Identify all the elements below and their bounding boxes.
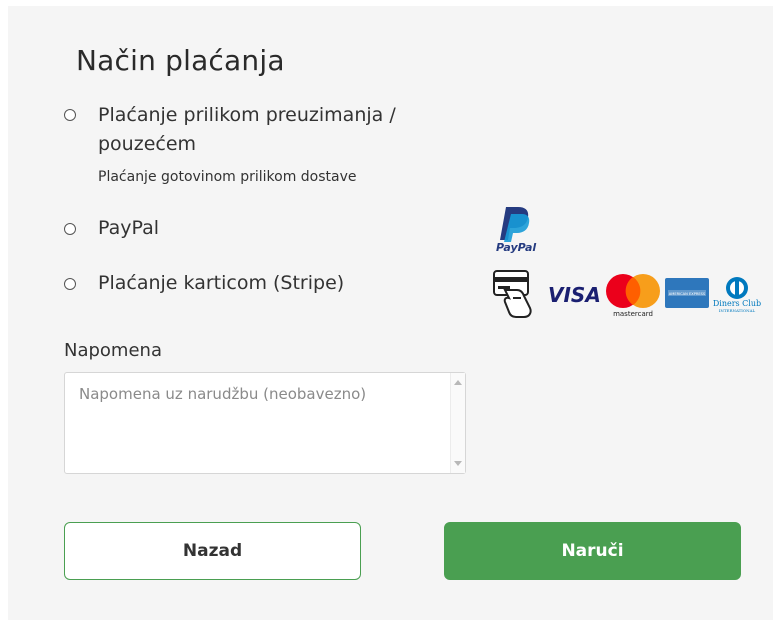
- amex-text: AMERICAN EXPRESS: [669, 292, 706, 296]
- mastercard-logo: mastercard: [605, 272, 661, 318]
- radio-cod[interactable]: [64, 109, 76, 121]
- back-button[interactable]: Nazad: [64, 522, 361, 580]
- order-button[interactable]: Naruči: [444, 522, 741, 580]
- mastercard-text: mastercard: [613, 310, 653, 318]
- note-field-wrapper: [64, 372, 466, 474]
- payment-option-cod[interactable]: Plaćanje prilikom preuzimanja / pouzećem…: [64, 103, 424, 193]
- visa-logo: VISA: [548, 282, 606, 307]
- note-scrollbar[interactable]: [450, 373, 465, 473]
- paypal-logo-icon: PayPal: [494, 206, 544, 254]
- cod-label-line1: Plaćanje prilikom preuzimanja /: [98, 104, 396, 126]
- paypal-label: PayPal: [98, 217, 160, 239]
- diners-text-line1: Diners Club: [713, 299, 761, 308]
- cod-description: Plaćanje gotovinom prilikom dostave: [98, 169, 357, 185]
- visa-text: VISA: [548, 283, 601, 306]
- payment-option-stripe[interactable]: Plaćanje karticom (Stripe): [64, 270, 384, 300]
- scroll-down-icon[interactable]: [454, 461, 462, 466]
- note-textarea[interactable]: [65, 373, 451, 473]
- radio-paypal[interactable]: [64, 223, 76, 235]
- stripe-label: Plaćanje karticom (Stripe): [98, 272, 345, 294]
- payment-option-paypal[interactable]: PayPal: [64, 217, 264, 250]
- amex-logo: AMERICAN EXPRESS: [665, 278, 709, 308]
- note-label: Napomena: [64, 340, 162, 361]
- cod-label-line2: pouzećem: [98, 133, 197, 155]
- diners-club-logo: Diners Club INTERNATIONAL: [712, 276, 766, 314]
- scroll-up-icon[interactable]: [454, 380, 462, 385]
- radio-stripe[interactable]: [64, 278, 76, 290]
- page-title: Način plaćanja: [76, 44, 285, 77]
- paypal-logo-text: PayPal: [496, 241, 536, 254]
- diners-text-line2: INTERNATIONAL: [719, 308, 756, 313]
- card-hand-icon: [491, 268, 543, 320]
